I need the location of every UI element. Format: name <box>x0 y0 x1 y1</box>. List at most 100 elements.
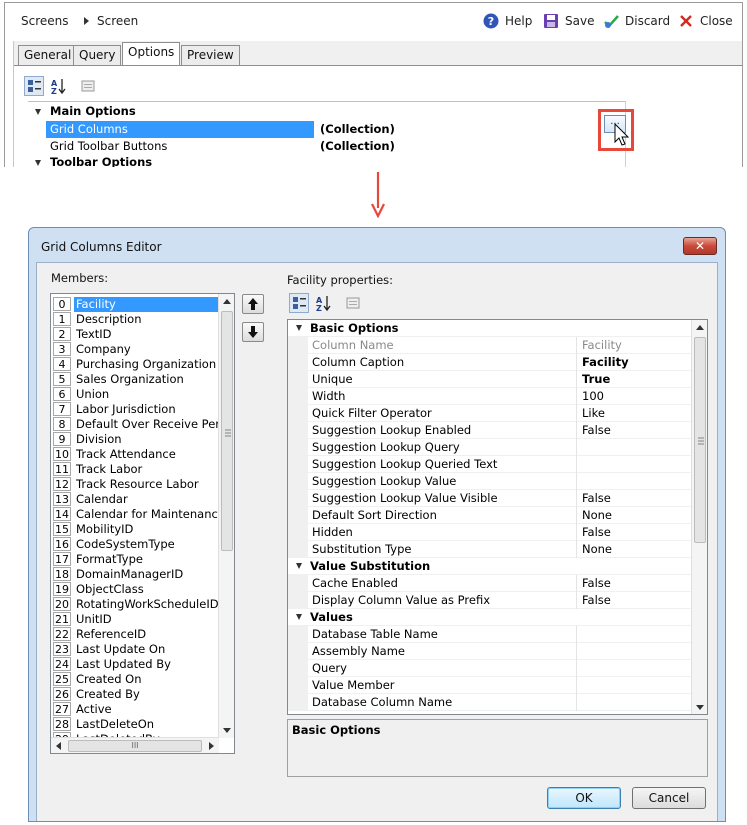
property-value[interactable]: False <box>580 422 611 439</box>
property-row[interactable]: Width 100 <box>288 388 692 405</box>
members-horizontal-scrollbar[interactable]: III <box>51 737 219 753</box>
alphabetical-sort-icon[interactable]: AZ <box>48 76 68 96</box>
members-hscroll-thumb[interactable]: III <box>68 740 202 752</box>
property-row[interactable]: Database Column Name <box>288 694 692 711</box>
member-item[interactable]: 22 ReferenceID <box>51 627 219 642</box>
property-value[interactable]: None <box>580 507 612 524</box>
member-item[interactable]: 27 Active <box>51 702 219 717</box>
tab-options[interactable]: Options <box>122 42 181 66</box>
property-row[interactable]: Quick Filter Operator Like <box>288 405 692 422</box>
member-item[interactable]: 0 Facility <box>51 297 220 312</box>
property-row[interactable]: Hidden False <box>288 524 692 541</box>
property-row[interactable]: Query <box>288 660 692 677</box>
tab-query[interactable]: Query <box>73 45 122 65</box>
property-row[interactable]: Column Name Facility <box>288 337 692 354</box>
property-row[interactable]: Suggestion Lookup Value Visible False <box>288 490 692 507</box>
member-item[interactable]: 18 DomainManagerID <box>51 567 219 582</box>
member-item[interactable]: 8 Default Over Receive Percen <box>51 417 220 432</box>
properties-vscroll-thumb[interactable] <box>694 337 706 543</box>
member-item[interactable]: 5 Sales Organization <box>51 372 219 387</box>
property-row[interactable]: Assembly Name <box>288 643 692 660</box>
member-index: 20 <box>53 597 71 611</box>
member-item[interactable]: 19 ObjectClass <box>51 582 219 597</box>
member-item[interactable]: 28 LastDeleteOn <box>51 717 219 732</box>
property-row[interactable]: Suggestion Lookup Queried Text <box>288 456 692 473</box>
property-row[interactable]: Database Table Name <box>288 626 692 643</box>
member-item[interactable]: 1 Description <box>51 312 219 327</box>
dialog-close-button[interactable]: ✕ <box>683 237 717 255</box>
cancel-button[interactable]: Cancel <box>632 787 706 809</box>
save-button[interactable]: Save <box>543 12 594 30</box>
member-item[interactable]: 6 Union <box>51 387 219 402</box>
move-up-button[interactable] <box>242 294 264 314</box>
property-value[interactable]: Like <box>580 405 605 422</box>
property-row[interactable]: Unique True <box>288 371 692 388</box>
category-value-substitution[interactable]: Value Substitution <box>288 558 692 575</box>
member-item[interactable]: 10 Track Attendance <box>51 447 219 462</box>
categorized-view-icon[interactable] <box>24 76 44 96</box>
help-button[interactable]: ? Help <box>483 12 532 30</box>
category-toolbar-options[interactable]: Toolbar Options <box>28 155 625 167</box>
member-item[interactable]: 11 Track Labor <box>51 462 219 477</box>
member-item[interactable]: 24 Last Updated By <box>51 657 219 672</box>
property-row[interactable]: Suggestion Lookup Query <box>288 439 692 456</box>
members-vertical-scrollbar[interactable] <box>218 294 234 738</box>
property-value[interactable]: 100 <box>580 388 604 405</box>
member-item[interactable]: 21 UnitID <box>51 612 219 627</box>
member-item[interactable]: 7 Labor Jurisdiction <box>51 402 219 417</box>
grid-columns-row[interactable]: Grid Columns (Collection) <box>28 121 625 138</box>
property-value[interactable]: Facility <box>580 337 622 354</box>
member-item[interactable]: 20 RotatingWorkScheduleID <box>51 597 219 612</box>
members-list[interactable]: 0 Facility 1 Description 2 TextID 3 Company 4 Pur… <box>50 293 235 754</box>
category-main-options[interactable]: Main Options <box>28 104 625 121</box>
property-value[interactable]: True <box>580 371 610 388</box>
property-value[interactable]: False <box>580 592 611 609</box>
member-item[interactable]: 2 TextID <box>51 327 219 342</box>
property-row[interactable]: Column Caption Facility <box>288 354 692 371</box>
property-value[interactable]: Facility <box>580 354 629 371</box>
property-row[interactable]: Display Column Value as Prefix False <box>288 592 692 609</box>
member-item[interactable]: 12 Track Resource Labor <box>51 477 219 492</box>
property-row[interactable]: Cache Enabled False <box>288 575 692 592</box>
facility-property-grid[interactable]: Basic Options Column Name Facility Column C… <box>287 319 708 715</box>
ok-button[interactable]: OK <box>547 787 621 809</box>
grid-toolbar-buttons-row[interactable]: Grid Toolbar Buttons (Collection) <box>28 138 625 155</box>
member-item[interactable]: 26 Created By <box>51 687 219 702</box>
member-item[interactable]: 9 Division <box>51 432 219 447</box>
member-item[interactable]: 3 Company <box>51 342 219 357</box>
breadcrumb-separator-icon <box>84 17 89 25</box>
breadcrumb-screens[interactable]: Screens <box>21 14 69 28</box>
member-item[interactable]: 15 MobilityID <box>51 522 219 537</box>
property-row[interactable]: Substitution Type None <box>288 541 692 558</box>
property-row[interactable]: Suggestion Lookup Enabled False <box>288 422 692 439</box>
property-pages-icon[interactable] <box>78 76 98 96</box>
member-index: 19 <box>53 582 71 596</box>
property-value[interactable]: False <box>580 490 611 507</box>
categorized-view-icon[interactable] <box>289 293 309 313</box>
members-vscroll-thumb[interactable] <box>221 311 233 551</box>
close-button[interactable]: Close <box>678 12 733 30</box>
member-item[interactable]: 16 CodeSystemType <box>51 537 219 552</box>
member-item[interactable]: 25 Created On <box>51 672 219 687</box>
property-row[interactable]: Default Sort Direction None <box>288 507 692 524</box>
property-row[interactable]: Suggestion Lookup Value <box>288 473 692 490</box>
property-value[interactable]: None <box>580 541 612 558</box>
tab-general[interactable]: General <box>18 45 78 65</box>
property-pages-icon[interactable] <box>343 293 363 313</box>
properties-vertical-scrollbar[interactable] <box>691 320 707 714</box>
grid-columns-value: (Collection) <box>320 122 395 136</box>
category-values[interactable]: Values <box>288 609 692 626</box>
member-item[interactable]: 23 Last Update On <box>51 642 219 657</box>
property-value[interactable]: False <box>580 524 611 541</box>
property-row[interactable]: Value Member <box>288 677 692 694</box>
member-item[interactable]: 4 Purchasing Organization <box>51 357 219 372</box>
member-item[interactable]: 14 Calendar for Maintenance <box>51 507 220 522</box>
move-down-button[interactable] <box>242 322 264 342</box>
category-basic-options[interactable]: Basic Options <box>288 320 692 337</box>
property-value[interactable]: False <box>580 575 611 592</box>
alphabetical-sort-icon[interactable]: AZ <box>313 293 333 313</box>
member-item[interactable]: 17 FormatType <box>51 552 219 567</box>
tab-preview[interactable]: Preview <box>181 45 240 65</box>
discard-button[interactable]: Discard <box>603 12 670 30</box>
member-item[interactable]: 13 Calendar <box>51 492 219 507</box>
